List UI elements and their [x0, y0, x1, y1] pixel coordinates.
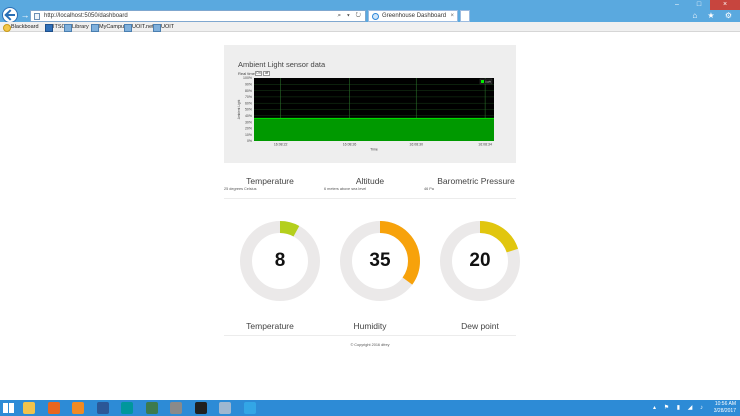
clock-date: 3/28/2017 [713, 408, 736, 414]
metric-title-altitude: Altitude [355, 176, 385, 186]
favorites-item-blackboard[interactable]: Blackboard [3, 22, 39, 32]
favorites-item-uoit[interactable]: UOIT [153, 22, 174, 32]
tab-title: Greenhouse Dashboard [382, 13, 447, 19]
home-favorites-tools-icons[interactable]: ⌂ ★ ⚙ [692, 11, 736, 21]
address-search-refresh-icons[interactable]: ⌕ ▾ ↻ [338, 11, 363, 21]
metric-value-barometric-pressure: 46 Pa [424, 187, 434, 191]
ie-favicon-icon [372, 13, 379, 20]
y-tick-label: 60% [245, 101, 252, 105]
forward-arrow-icon[interactable]: → [20, 10, 30, 20]
y-tick-label: 40% [245, 114, 252, 118]
taskbar-arduino-icon[interactable] [118, 401, 136, 415]
y-tick-label: 70% [245, 95, 252, 99]
taskbar-code-editor-icon[interactable] [167, 401, 185, 415]
legend-label: Light [485, 80, 491, 84]
new-tab-button[interactable] [460, 10, 470, 22]
favorites-item-uoit-net[interactable]: UOIT.net [124, 22, 154, 32]
address-text[interactable]: http://localhost:5050/dashboard [44, 12, 128, 21]
address-bar[interactable]: http://localhost:5050/dashboard ⌕ ▾ ↻ [30, 10, 366, 22]
metric-value-temperature: 25 degrees Celsius [224, 187, 257, 191]
footer-divider [224, 335, 516, 336]
system-tray-icons[interactable]: ▴ ⚑ ▮ ◢ ♪ [653, 404, 706, 412]
y-tick-label: 90% [245, 83, 252, 87]
back-arrow-icon[interactable] [2, 7, 18, 23]
metric-title-barometric-pressure: Barometric Pressure [437, 176, 515, 186]
x-axis-label: Time [370, 148, 378, 152]
start-windows-icon[interactable] [3, 403, 14, 413]
ambient-light-chart-panel: Ambient Light sensor data Real time On o… [224, 45, 516, 163]
y-tick-label: 10% [245, 133, 252, 137]
gauge-value-humidity: 35 [369, 250, 391, 271]
taskbar-app-g-icon[interactable] [69, 401, 87, 415]
page-icon [34, 13, 40, 20]
section-divider [224, 198, 516, 199]
taskbar-internet-explorer-icon[interactable] [241, 401, 259, 415]
maximize-button[interactable]: □ [688, 0, 710, 10]
legend-swatch [481, 80, 484, 83]
gauge-label-humidity: Humidity [353, 321, 387, 331]
taskbar-word-icon[interactable] [94, 401, 112, 415]
gauge-dew-point: 20 [438, 219, 522, 303]
tab-greenhouse-dashboard[interactable]: Greenhouse Dashboard × [368, 10, 458, 22]
ambient-light-chart: 0% 10% 20% 30% 40% 50% 60% 70% 80% 90% 100% 16:08:2… [237, 76, 494, 152]
x-tick-label: 16:08:22 [274, 143, 288, 147]
x-tick-label: 16:08:34 [478, 143, 492, 147]
gauge-value-temperature: 8 [274, 250, 286, 271]
taskbar-settings-icon[interactable] [216, 401, 234, 415]
metric-value-altitude: 6 meters above sea level [324, 187, 367, 191]
clock-time: 10:56 AM [714, 401, 736, 407]
taskbar-file-explorer-icon[interactable] [20, 401, 38, 415]
gauge-value-dew-point: 20 [469, 250, 491, 271]
close-window-button[interactable]: × [710, 0, 740, 10]
tab-close-icon[interactable]: × [450, 12, 454, 21]
taskbar-network-tool-icon[interactable] [143, 401, 161, 415]
taskbar-firefox-icon[interactable] [45, 401, 63, 415]
copyright-text: © Copyright 2016 dfrey [350, 343, 390, 347]
taskbar-terminal-icon[interactable] [192, 401, 210, 415]
gauge-humidity: 35 [338, 219, 422, 303]
y-axis-label: Ambient Light [237, 100, 241, 120]
x-tick-label: 16:08:30 [409, 143, 423, 147]
window-controls: – □ × [666, 0, 740, 10]
windows-taskbar: ▴ ⚑ ▮ ◢ ♪ 10:56 AM 3/28/2017 [0, 400, 740, 416]
minimize-button[interactable]: – [666, 0, 688, 10]
favorites-item-itsc[interactable]: ITSC [45, 22, 66, 32]
light-series-area [254, 118, 494, 141]
favorites-item-library[interactable]: Library [64, 22, 89, 32]
taskbar-clock[interactable]: 10:56 AM 3/28/2017 [714, 401, 736, 415]
y-tick-label: 20% [245, 127, 252, 131]
x-tick-label: 16:08:26 [343, 143, 357, 147]
y-tick-label: 0% [247, 139, 252, 143]
favorites-bar: Blackboard ITSC Library MyCampus UOIT.ne… [0, 22, 740, 32]
y-tick-label: 80% [245, 89, 252, 93]
y-tick-label: 30% [245, 120, 252, 124]
gauge-temperature: 8 [238, 219, 322, 303]
favorites-item-mycampus[interactable]: MyCampus [91, 22, 127, 32]
y-tick-label: 50% [245, 108, 252, 112]
gauge-label-dew-point: Dew point [461, 321, 499, 331]
y-tick-label: 100% [243, 76, 252, 80]
